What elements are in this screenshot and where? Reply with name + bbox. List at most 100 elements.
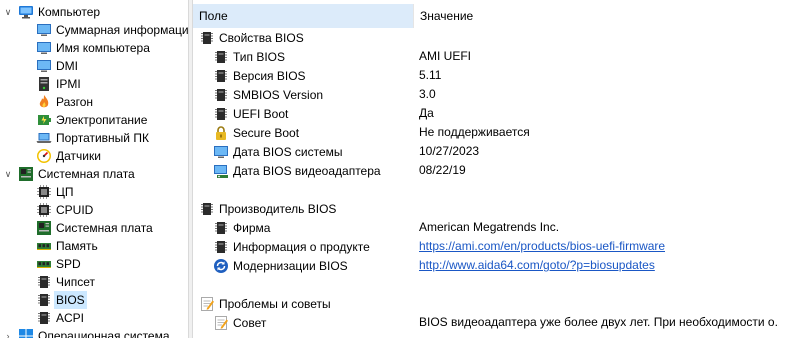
field-label: UEFI Boot	[233, 106, 289, 121]
column-header-field[interactable]: Поле	[193, 4, 413, 28]
tree-item-label: Портативный ПК	[56, 131, 149, 145]
table-row[interactable]: Информация о продукте https://ami.com/en/…	[193, 237, 786, 256]
column-header-bar: Поле Значение	[193, 4, 786, 28]
tree-item[interactable]: Компьютер	[18, 3, 100, 21]
tree-item-label: Датчики	[56, 149, 101, 163]
windows-icon	[18, 328, 34, 338]
field-value: Да	[419, 106, 434, 120]
tree-item[interactable]: DMI	[36, 57, 78, 75]
chevron-down-icon[interactable]: ∨	[3, 3, 13, 21]
table-row[interactable]: Дата BIOS видеоадаптера 08/22/19	[193, 161, 786, 180]
field-value: BIOS видеоадаптера уже более двух лет. П…	[419, 315, 779, 329]
field-label: Информация о продукте	[233, 239, 370, 254]
field-label: Дата BIOS видеоадаптера	[233, 163, 381, 178]
field-label: SMBIOS Version	[233, 87, 324, 102]
value-link[interactable]: http://www.aida64.com/goto/?p=biosupdate…	[419, 256, 655, 275]
chip-icon	[36, 274, 52, 290]
monitor-icon	[36, 58, 52, 74]
field-label: Фирма	[233, 220, 271, 235]
display-adapter-icon	[213, 163, 229, 179]
power-icon	[36, 112, 52, 128]
tree-item[interactable]: Датчики	[36, 147, 101, 165]
tree-item[interactable]: CPUID	[36, 201, 93, 219]
tree-item[interactable]: Электропитание	[36, 111, 147, 129]
cpu-icon	[36, 202, 52, 218]
tree-item[interactable]: Имя компьютера	[36, 39, 150, 57]
cpu-icon	[36, 184, 52, 200]
chip-icon	[199, 30, 215, 46]
field-value: 3.0	[419, 87, 436, 101]
chip-icon	[213, 220, 229, 236]
tree-item[interactable]: Разгон	[36, 93, 93, 111]
lock-icon	[213, 125, 229, 141]
tree-item[interactable]: Операционная система	[18, 327, 170, 338]
field-label: Версия BIOS	[233, 68, 306, 83]
table-section-header[interactable]: Производитель BIOS	[193, 199, 786, 218]
table-row[interactable]: Secure Boot Не поддерживается	[193, 123, 786, 142]
table-spacer	[193, 275, 786, 294]
field-value: 10/27/2023	[419, 144, 480, 158]
table-spacer	[193, 180, 786, 199]
chip-icon	[213, 106, 229, 122]
memory-icon	[36, 256, 52, 272]
monitor-icon	[213, 144, 229, 160]
motherboard-icon	[18, 166, 34, 182]
laptop-icon	[36, 130, 52, 146]
tree-item-label: Имя компьютера	[56, 41, 150, 55]
table-row[interactable]: Тип BIOS AMI UEFI	[193, 47, 786, 66]
tree-item-label: Память	[56, 239, 98, 253]
table-row[interactable]: Модернизации BIOS http://www.aida64.com/g…	[193, 256, 786, 275]
chevron-down-icon[interactable]: ∨	[3, 165, 13, 183]
tree-item-label: SPD	[56, 257, 81, 271]
chip-icon	[36, 292, 52, 308]
table-row[interactable]: Фирма American Megatrends Inc.	[193, 218, 786, 237]
chip-icon	[213, 87, 229, 103]
tree-item-label: ACPI	[56, 311, 85, 325]
field-value: Не поддерживается	[419, 125, 530, 139]
tree-item[interactable]: Память	[36, 237, 98, 255]
chip-icon	[213, 239, 229, 255]
field-value: 5.11	[419, 68, 442, 82]
field-label: Тип BIOS	[233, 49, 286, 64]
details-panel: Поле Значение Свойства BIOS Тип BIOS AMI U…	[193, 0, 786, 338]
tree-item-selected[interactable]: BIOS	[36, 291, 87, 309]
table-row[interactable]: SMBIOS Version 3.0	[193, 85, 786, 104]
field-label: Дата BIOS системы	[233, 144, 343, 159]
tree-item[interactable]: Портативный ПК	[36, 129, 149, 147]
tree-item-label: IPMI	[56, 77, 81, 91]
tree-item[interactable]: ЦП	[36, 183, 74, 201]
tree-item[interactable]: Чипсет	[36, 273, 95, 291]
tree-item[interactable]: IPMI	[36, 75, 81, 93]
tree-item[interactable]: ACPI	[36, 309, 84, 327]
server-icon	[36, 76, 52, 92]
tree-item-label: Чипсет	[56, 275, 95, 289]
table-row[interactable]: Дата BIOS системы 10/27/2023	[193, 142, 786, 161]
motherboard-icon	[36, 220, 52, 236]
tree-item-label: Системная плата	[56, 221, 153, 235]
tree-item[interactable]: Системная плата	[36, 219, 153, 237]
chip-icon	[213, 49, 229, 65]
note-icon	[213, 315, 229, 331]
navigation-tree: Компьютер ∨ Суммарная информация Имя компью…	[0, 0, 188, 338]
chip-icon	[36, 310, 52, 326]
tree-item-label: Операционная система	[38, 329, 170, 338]
table-row[interactable]: UEFI Boot Да	[193, 104, 786, 123]
gauge-icon	[36, 148, 52, 164]
field-value: American Megatrends Inc.	[419, 220, 560, 234]
field-label: Модернизации BIOS	[233, 258, 348, 273]
table-section-header[interactable]: Свойства BIOS	[193, 28, 786, 47]
tree-item[interactable]: SPD	[36, 255, 81, 273]
table-row[interactable]: Версия BIOS 5.11	[193, 66, 786, 85]
tree-item[interactable]: Суммарная информация	[36, 21, 188, 39]
table-section-header[interactable]: Проблемы и советы	[193, 294, 786, 313]
value-link[interactable]: https://ami.com/en/products/bios-uefi-fi…	[419, 237, 665, 256]
chevron-right-icon[interactable]: ›	[3, 327, 13, 338]
tree-item-label: Разгон	[56, 95, 94, 109]
tree-item-label: DMI	[56, 59, 78, 73]
table-row[interactable]: Совет BIOS видеоадаптера уже более двух л…	[193, 313, 786, 332]
tree-item-label: Электропитание	[56, 113, 148, 127]
field-label: Совет	[233, 315, 267, 330]
field-label: Secure Boot	[233, 125, 300, 140]
column-header-value[interactable]: Значение	[413, 4, 786, 28]
tree-item[interactable]: Системная плата	[18, 165, 135, 183]
